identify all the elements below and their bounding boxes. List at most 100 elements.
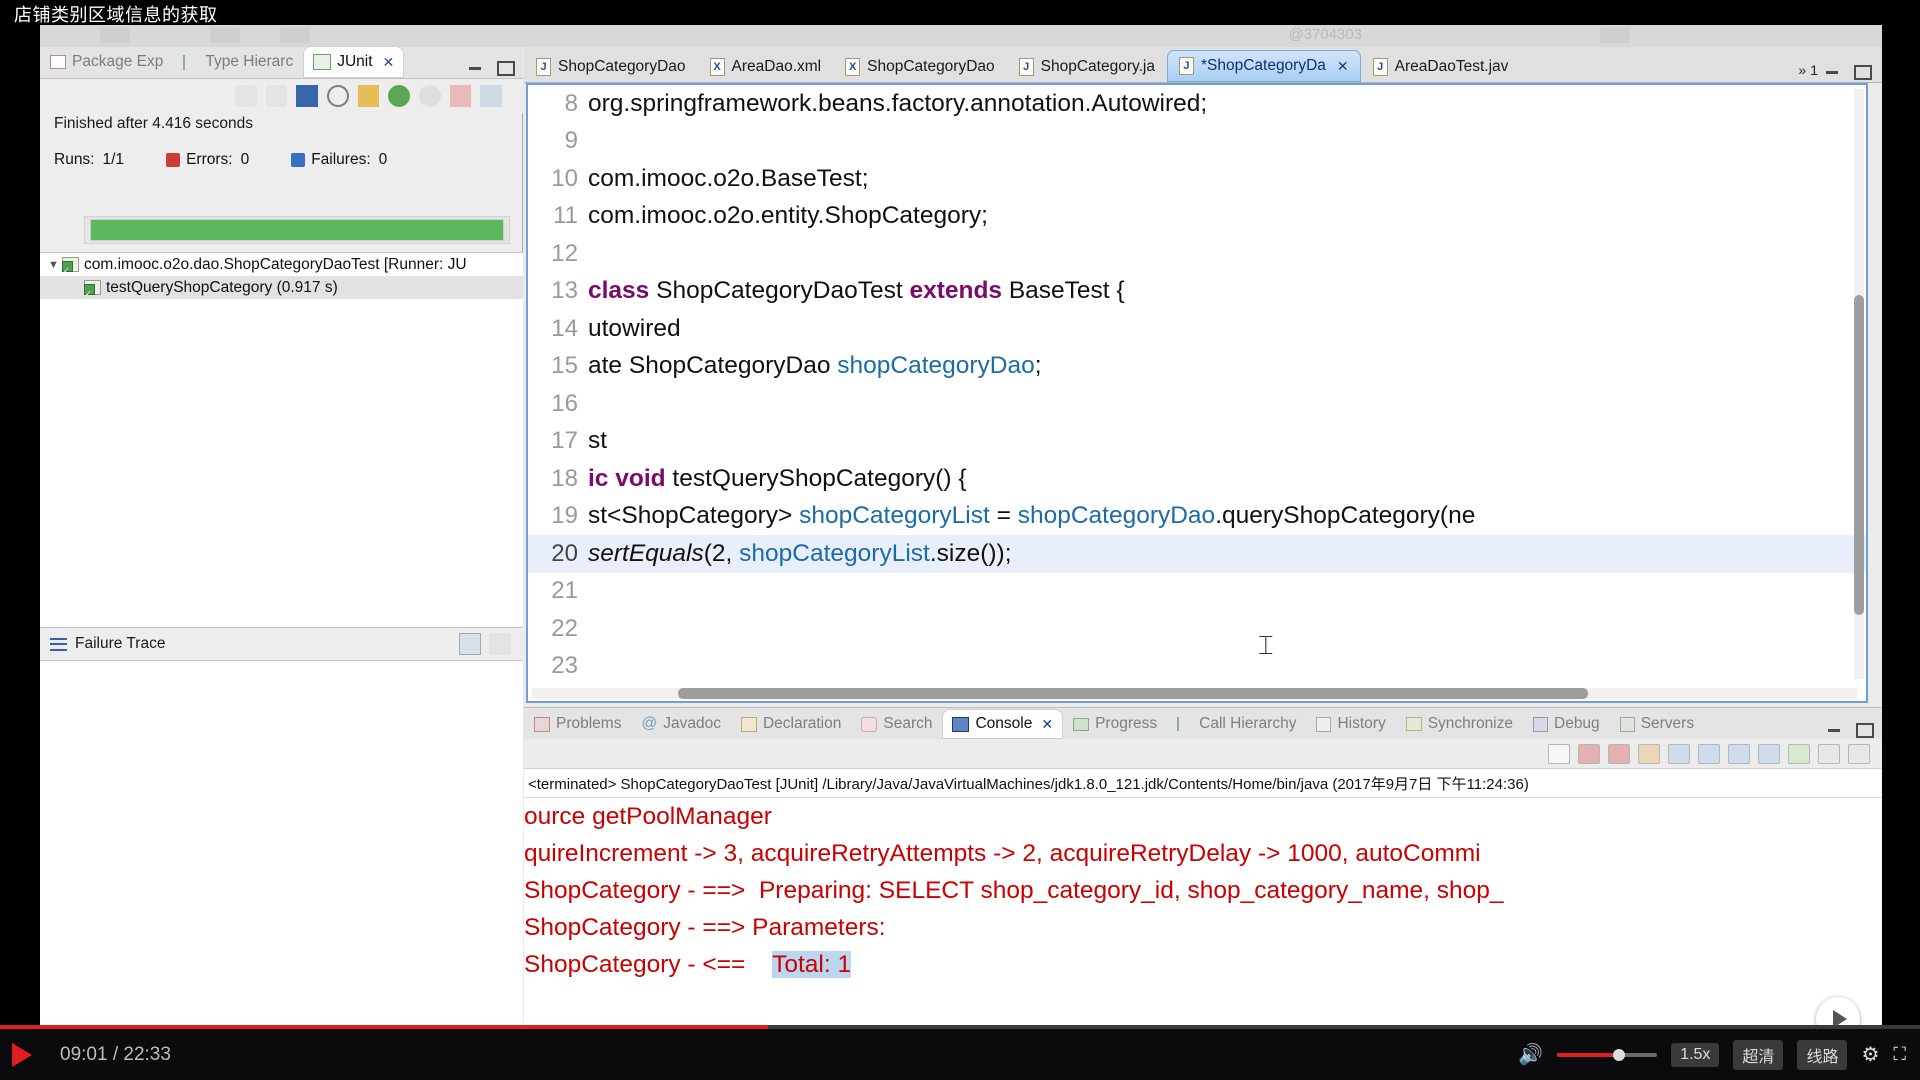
code-line[interactable]: 15 ate ShopCategoryDao shopCategoryDao; xyxy=(528,348,1866,386)
table-row[interactable]: ▼ com.imooc.o2o.dao.ShopCategoryDaoTest … xyxy=(40,253,523,276)
code-line[interactable]: 16 xyxy=(528,385,1866,423)
volume-icon[interactable]: 🔊 xyxy=(1518,1042,1543,1067)
minimize-icon[interactable] xyxy=(1824,64,1842,77)
play-pause-button[interactable] xyxy=(12,1042,32,1067)
compare-results-icon[interactable] xyxy=(459,633,481,655)
junit-test-tree[interactable]: ▼ com.imooc.o2o.dao.ShopCategoryDaoTest … xyxy=(40,252,523,627)
line-number: 18 xyxy=(551,464,578,492)
pin-console-icon[interactable] xyxy=(1668,743,1690,764)
code-line[interactable]: 10 com.imooc.o2o.BaseTest; xyxy=(528,160,1866,198)
java-file-icon: J xyxy=(536,58,551,76)
close-icon[interactable]: ✕ xyxy=(383,54,395,71)
scroll-lock-icon[interactable] xyxy=(1638,743,1660,764)
code-line[interactable]: 14 utowired xyxy=(528,310,1866,348)
editor-tab-areadao-xml[interactable]: X AreaDao.xml xyxy=(698,52,834,82)
code-line[interactable]: 20 sertEquals(2, shopCategoryList.size())… xyxy=(528,535,1866,573)
word-wrap-icon[interactable] xyxy=(1758,743,1780,764)
quality-button[interactable]: 超清 xyxy=(1733,1039,1784,1070)
minimize-icon[interactable] xyxy=(467,60,485,73)
console-tab-label: Synchronize xyxy=(1427,715,1513,732)
code-line[interactable]: 12 xyxy=(528,235,1866,273)
twisty-icon[interactable]: ▼ xyxy=(48,259,62,271)
maximize-icon[interactable] xyxy=(1854,722,1874,738)
toolbar-icon-3[interactable] xyxy=(280,27,310,43)
console-menu-icon[interactable] xyxy=(1818,743,1840,764)
route-button[interactable]: 线路 xyxy=(1797,1039,1848,1070)
terminate-icon[interactable] xyxy=(449,85,472,107)
console-icon xyxy=(952,716,970,732)
editor-tab-shopcategorydaotest-java[interactable]: J *ShopCategoryDa ✕ xyxy=(1166,50,1361,82)
previous-failure-icon[interactable] xyxy=(265,85,288,107)
rerun-failed-icon[interactable] xyxy=(419,85,441,107)
view-tab-package-explorer[interactable]: Package Exp xyxy=(40,46,173,78)
lock-scroll-icon[interactable] xyxy=(357,85,380,107)
fullscreen-icon[interactable]: ⛶ xyxy=(1893,1044,1906,1065)
console-lines: ource getPoolManager quireIncrement -> 3,… xyxy=(524,798,1882,983)
editor-horizontal-scrollbar-thumb[interactable] xyxy=(678,688,1588,699)
code-line[interactable]: 21 xyxy=(528,573,1866,611)
code-line[interactable]: 9 xyxy=(528,123,1866,161)
console-output[interactable]: <terminated> ShopCategoryDaoTest [JUnit]… xyxy=(524,769,1882,1025)
open-console-icon[interactable] xyxy=(1728,743,1750,764)
console-tab-console[interactable]: Console ✕ xyxy=(942,709,1064,739)
show-failures-only-icon[interactable] xyxy=(296,85,319,107)
code-line[interactable]: 23 xyxy=(528,648,1866,686)
playback-speed-button[interactable]: 1.5x xyxy=(1671,1042,1720,1067)
code-line[interactable]: 13 class ShopCategoryDaoTest extends Base… xyxy=(528,273,1866,311)
editor-tab-shopcategorydao-java[interactable]: J ShopCategoryDao xyxy=(524,52,698,82)
volume-knob[interactable] xyxy=(1613,1048,1626,1061)
table-row[interactable]: testQueryShopCategory (0.917 s) xyxy=(40,276,523,299)
code-line[interactable]: 18 ic void testQueryShopCategory() { xyxy=(528,460,1866,498)
editor-tabbar: J ShopCategoryDao X AreaDao.xml X ShopCa… xyxy=(524,47,1882,83)
console-view-menu-icon[interactable] xyxy=(1848,743,1870,764)
display-selected-console-icon[interactable] xyxy=(1698,743,1720,764)
code-line[interactable]: 8 org.springframework.beans.factory.annot… xyxy=(528,85,1866,123)
view-tab-type-hierarchy[interactable]: Type Hierarc xyxy=(173,46,303,78)
editor-vertical-scrollbar-thumb[interactable] xyxy=(1854,295,1864,615)
console-tab-servers[interactable]: Servers xyxy=(1610,709,1704,739)
console-tab-declaration[interactable]: Declaration xyxy=(731,709,851,739)
maximize-icon[interactable] xyxy=(495,60,515,76)
remove-all-terminated-icon[interactable] xyxy=(1608,743,1630,764)
console-tab-progress[interactable]: Progress xyxy=(1063,709,1167,739)
volume-slider[interactable] xyxy=(1557,1048,1658,1061)
clear-console-icon[interactable] xyxy=(1548,743,1570,764)
console-tab-debug[interactable]: Debug xyxy=(1523,709,1610,739)
tree-item-label: testQueryShopCategory (0.917 s) xyxy=(106,278,338,296)
toolbar-icon-1[interactable] xyxy=(100,27,130,43)
console-tab-call-hierarchy[interactable]: Call Hierarchy xyxy=(1167,709,1306,739)
code-line[interactable]: 22 xyxy=(528,610,1866,648)
code-line[interactable]: 19 st<ShopCategory> shopCategoryList = sh… xyxy=(528,498,1866,536)
view-menu-icon[interactable] xyxy=(480,85,503,107)
console-tab-synchronize[interactable]: Synchronize xyxy=(1396,709,1523,739)
view-tab-junit[interactable]: JUnit ✕ xyxy=(303,46,405,78)
line-number: 15 xyxy=(551,352,578,380)
toolbar-icon-4[interactable] xyxy=(1600,27,1630,43)
console-tab-history[interactable]: History xyxy=(1306,709,1395,739)
editor-tab-shopcategory-java[interactable]: J ShopCategory.ja xyxy=(1007,52,1167,82)
next-failure-icon[interactable] xyxy=(235,85,257,107)
editor-tab-areadaotest-java[interactable]: J AreaDaoTest.jav xyxy=(1361,52,1521,82)
clear-trace-icon[interactable] xyxy=(489,633,511,655)
line-number: 22 xyxy=(551,614,578,642)
code-editor[interactable]: 8 org.springframework.beans.factory.annot… xyxy=(526,83,1868,703)
minimize-icon[interactable] xyxy=(1826,722,1844,735)
video-watermark-id: @3704303 xyxy=(1288,26,1362,43)
toolbar-icon-2[interactable] xyxy=(210,27,240,43)
terminate-icon[interactable] xyxy=(1578,743,1600,764)
editor-tab-shopcategorydao-xml[interactable]: X ShopCategoryDao xyxy=(833,52,1007,82)
gear-icon[interactable]: ⚙ xyxy=(1861,1042,1879,1067)
code-line[interactable]: 17 st xyxy=(528,423,1866,461)
console-tab-javadoc[interactable]: @ Javadoc xyxy=(631,709,730,739)
view-menu-chevron-icon[interactable] xyxy=(511,85,523,107)
stop-icon[interactable] xyxy=(327,85,349,107)
close-icon[interactable]: ✕ xyxy=(1041,716,1053,733)
close-icon[interactable]: ✕ xyxy=(1337,58,1349,75)
editor-tab-overflow[interactable]: » 1 xyxy=(1798,62,1824,82)
maximize-icon[interactable] xyxy=(1852,64,1872,80)
new-console-view-icon[interactable] xyxy=(1788,743,1810,764)
code-line[interactable]: 11 com.imooc.o2o.entity.ShopCategory; xyxy=(528,198,1866,236)
console-tab-problems[interactable]: Problems xyxy=(524,709,631,739)
rerun-test-icon[interactable] xyxy=(388,85,411,107)
console-tab-search[interactable]: Search xyxy=(851,709,942,739)
